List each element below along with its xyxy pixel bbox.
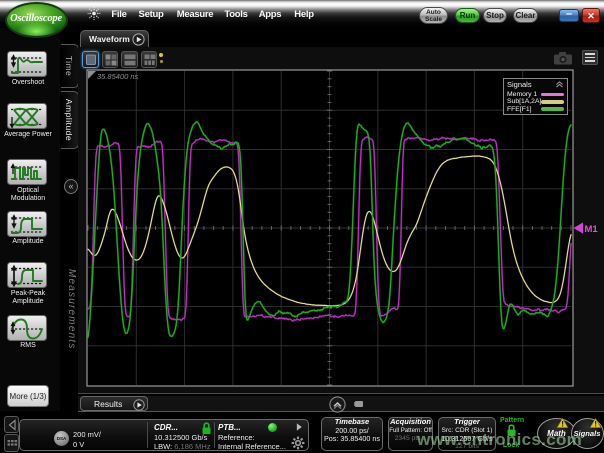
svg-text:M1: M1 [585,224,599,235]
svg-text:35.85400 ns: 35.85400 ns [97,72,139,81]
